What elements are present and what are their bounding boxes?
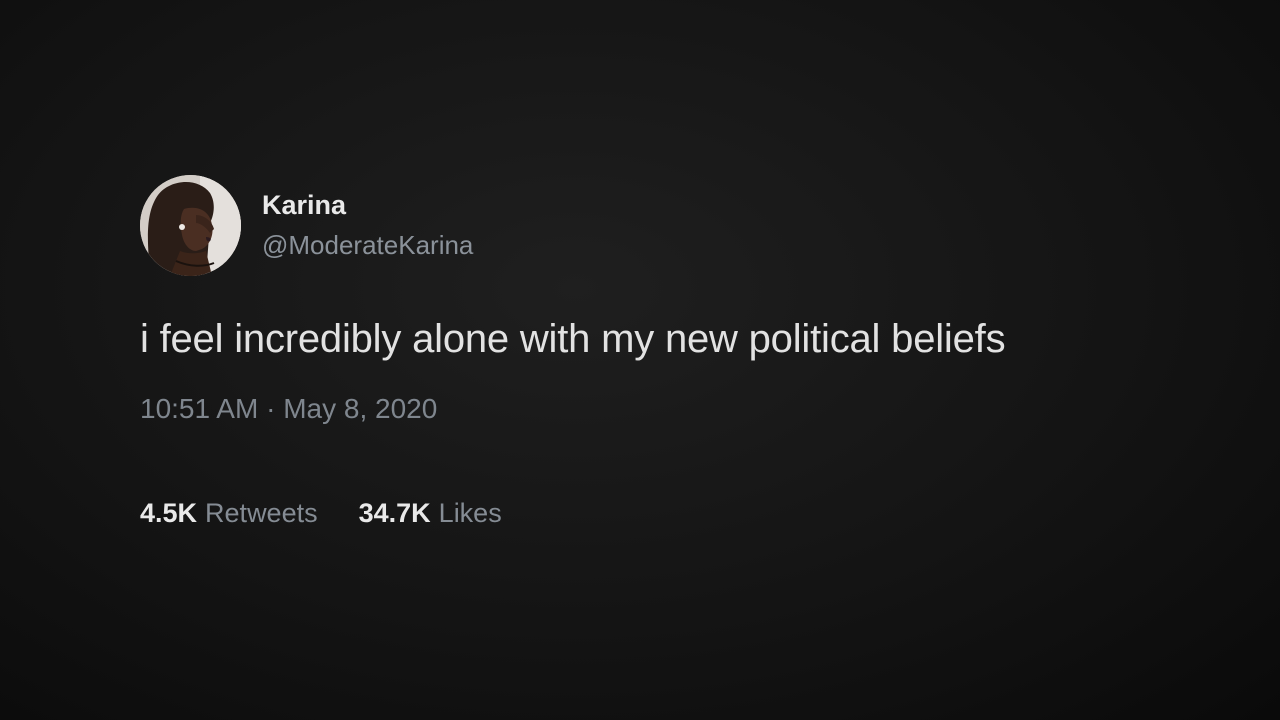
- tweet-timestamp: 10:51 AM · May 8, 2020: [140, 392, 1200, 426]
- tweet-header: Karina @ModerateKarina: [140, 174, 1200, 276]
- user-handle[interactable]: @ModerateKarina: [262, 228, 473, 262]
- likes-count: 34.7K: [358, 498, 431, 528]
- tweet-text: i feel incredibly alone with my new poli…: [140, 317, 1006, 361]
- tweet-card: Karina @ModerateKarina i feel incredibly…: [140, 174, 1200, 530]
- author-names: Karina @ModerateKarina: [262, 188, 473, 262]
- display-name[interactable]: Karina: [262, 188, 473, 222]
- tweet-time[interactable]: 10:51 AM: [140, 393, 258, 424]
- retweets-count: 4.5K: [140, 498, 198, 528]
- retweets-stat[interactable]: 4.5K Retweets: [140, 496, 318, 530]
- likes-stat[interactable]: 34.7K Likes: [359, 496, 502, 530]
- timestamp-separator: ·: [266, 393, 276, 424]
- tweet-stats: 4.5K Retweets 34.7K Likes: [140, 496, 1200, 530]
- tweet-date[interactable]: May 8, 2020: [283, 393, 437, 424]
- retweets-label: Retweets: [205, 498, 318, 528]
- likes-label: Likes: [438, 498, 502, 528]
- avatar[interactable]: [140, 174, 241, 276]
- avatar-image: [140, 174, 241, 276]
